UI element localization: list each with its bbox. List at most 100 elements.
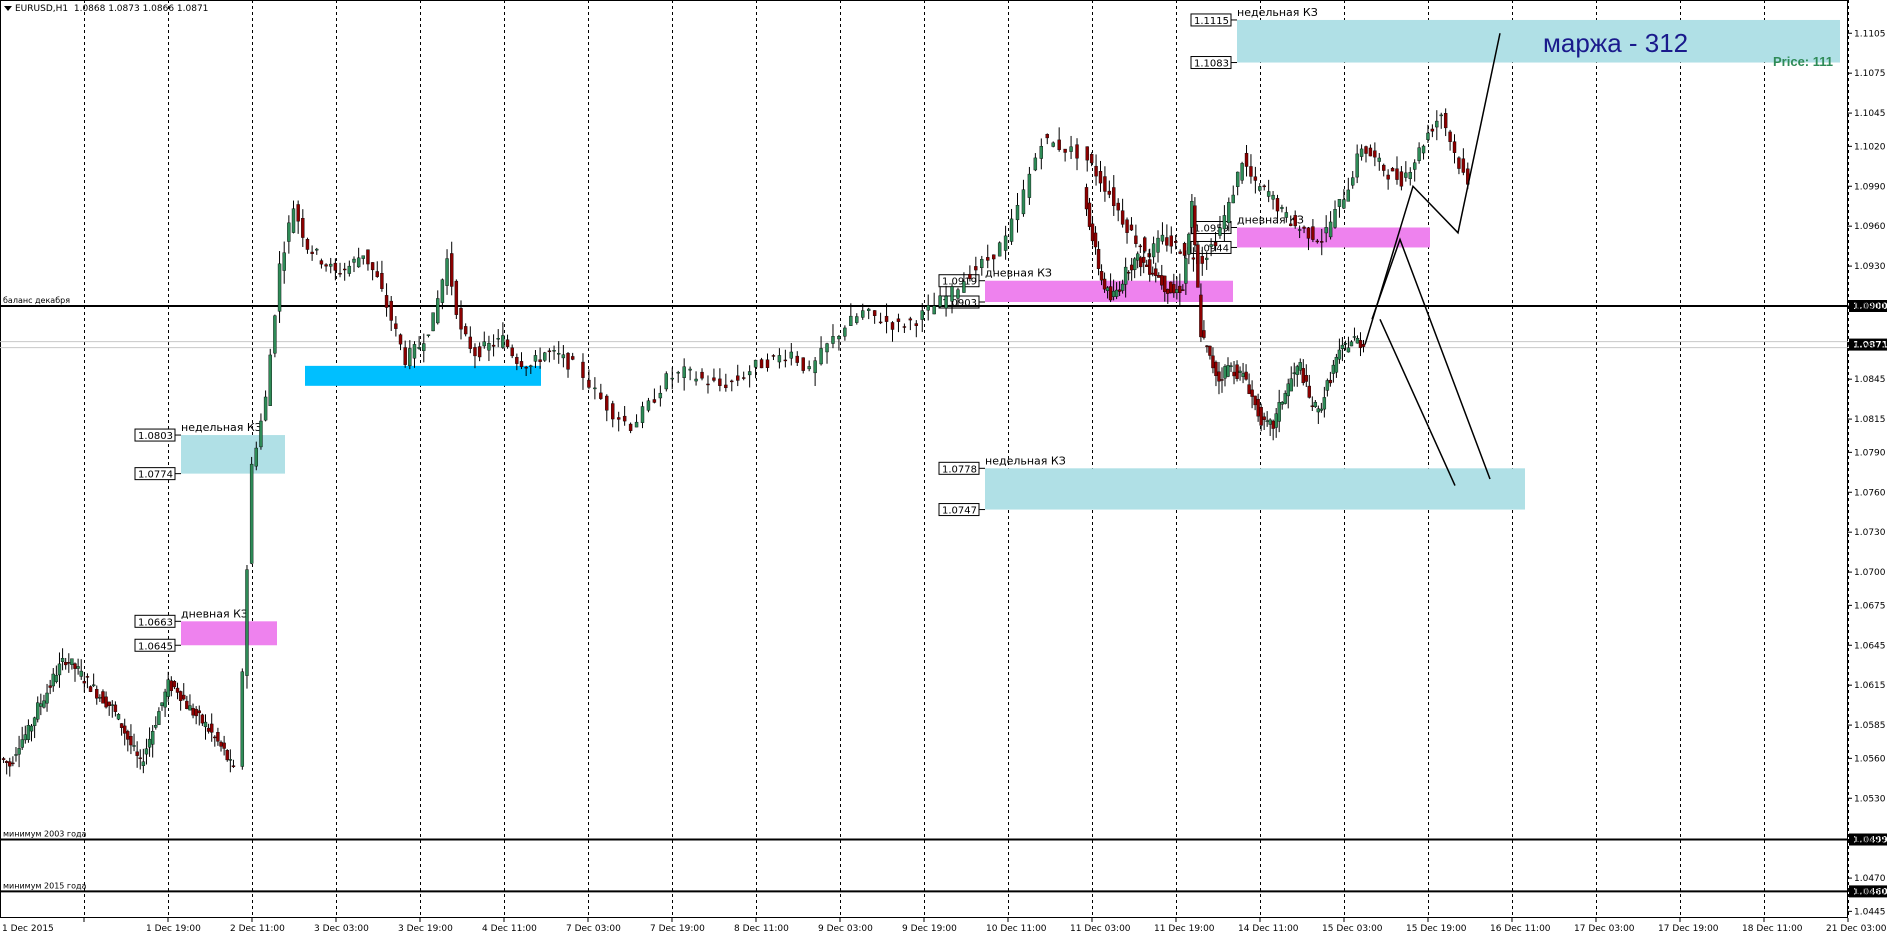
candle [182, 683, 186, 701]
candle-body [1125, 219, 1129, 233]
candle [1084, 183, 1089, 216]
candle [150, 725, 155, 758]
candle [39, 693, 43, 716]
candle-body [107, 701, 111, 707]
candle-body [1096, 248, 1101, 269]
candle [1333, 200, 1337, 229]
candle-body [1404, 172, 1408, 178]
candle [1156, 230, 1160, 263]
candle [169, 676, 174, 697]
candle-body [144, 748, 149, 755]
candle [1435, 110, 1439, 141]
candle [1229, 362, 1233, 372]
candle-body [753, 359, 758, 368]
forecast-path [1379, 318, 1456, 486]
candle [1292, 362, 1296, 387]
price-annotation: Price: 111 [1773, 54, 1833, 69]
candle [200, 713, 205, 726]
candle-body [1027, 173, 1032, 198]
chart-area[interactable]: недельная КЗ 1.0803 1.0774 дневная КЗ 1.0663… [0, 0, 1888, 937]
candle-body [249, 463, 254, 564]
candle [1271, 191, 1275, 210]
candle-body [182, 694, 186, 700]
candle-body [417, 347, 421, 349]
candle-body [1103, 176, 1107, 192]
candle-body [747, 371, 752, 376]
candle-body [825, 343, 829, 353]
candle-body [426, 334, 431, 336]
candle [1277, 389, 1281, 433]
candle-body [956, 289, 960, 299]
candle [700, 368, 704, 381]
candle-body [301, 218, 305, 238]
candle-body [454, 280, 459, 315]
candle [1090, 216, 1095, 246]
y-tick-label: 1.0460 [1854, 887, 1886, 897]
zone-rect [985, 468, 1525, 510]
y-tick-label: 1.0930 [1854, 262, 1886, 272]
candle [222, 735, 226, 756]
candle-body [1009, 218, 1014, 242]
candle [670, 367, 674, 390]
candle [1311, 219, 1315, 243]
candle-body [1090, 223, 1095, 242]
y-tick-label: 1.0645 [1854, 641, 1886, 651]
candle [1231, 185, 1235, 204]
candle [206, 723, 211, 734]
candle-body [1211, 355, 1215, 369]
candle-body [1218, 227, 1222, 236]
candle [1364, 145, 1368, 163]
candle-body [771, 355, 776, 357]
candle-body [101, 691, 105, 704]
x-tick-label: 15 Dec 03:00 [1322, 924, 1383, 934]
candle-body [652, 399, 657, 403]
candle-body [1205, 345, 1209, 347]
candle [986, 244, 990, 269]
candle-body [1289, 223, 1293, 227]
candle-body [1175, 289, 1179, 293]
candle [1334, 353, 1339, 378]
candle-body [60, 658, 65, 662]
candle [172, 680, 177, 690]
candle [736, 364, 740, 387]
candle [1160, 222, 1165, 245]
candle [54, 665, 59, 684]
candle-body [1337, 199, 1342, 207]
y-tick-label: 1.0675 [1854, 601, 1886, 611]
zone-rect [1237, 227, 1430, 248]
candle-body [1265, 420, 1269, 422]
candle [902, 323, 907, 333]
candle-body [54, 675, 59, 682]
candle [1283, 390, 1287, 405]
zone-label: недельная КЗ [985, 454, 1066, 467]
candle-body [408, 348, 412, 367]
candle-body [1160, 275, 1164, 286]
candle-body [240, 671, 245, 767]
candle [795, 351, 799, 367]
candle-body [1249, 166, 1253, 177]
candle [878, 312, 883, 325]
candle-body [570, 356, 575, 360]
candle [1217, 361, 1221, 395]
candle-body [1399, 171, 1404, 187]
candle-body [1138, 245, 1143, 248]
candle [1240, 161, 1244, 184]
symbol-header[interactable]: EURUSD,H1 1.0868 1.0873 1.0866 1.0871 [4, 4, 208, 14]
candle [1244, 144, 1249, 177]
candle-body [813, 360, 817, 374]
candle-body [209, 723, 214, 733]
candle [622, 405, 627, 426]
price-chart[interactable]: недельная КЗ 1.0803 1.0774 дневная КЗ 1.0663… [0, 0, 1888, 937]
candle [1, 756, 6, 764]
candle-body [39, 703, 43, 707]
candle-body [616, 417, 621, 420]
candle-body [658, 392, 663, 399]
candle-body [95, 689, 99, 699]
candle-body [1277, 402, 1281, 422]
candle-body [1271, 420, 1275, 429]
candle [1452, 134, 1457, 164]
candle [123, 718, 127, 746]
candle [219, 740, 223, 752]
candle [14, 747, 18, 762]
candle-body [1102, 278, 1107, 290]
